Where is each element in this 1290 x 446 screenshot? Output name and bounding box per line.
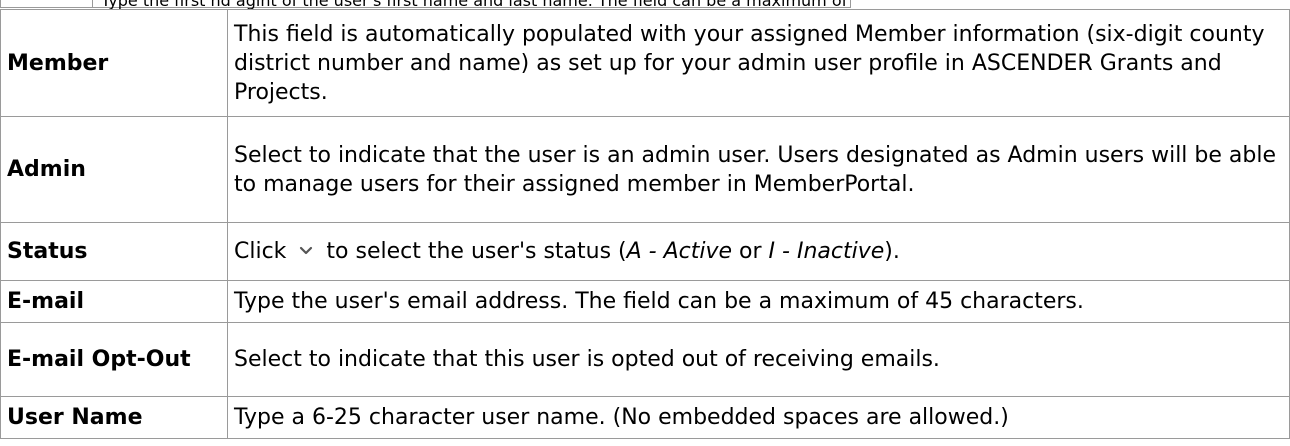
- table-row: Admin Select to indicate that the user i…: [0, 116, 1290, 223]
- status-click-text: Click: [234, 238, 287, 264]
- field-term-member: Member: [0, 9, 228, 117]
- table-row: User Name Type a 6-25 character user nam…: [0, 396, 1290, 439]
- table-row: Status Click to select the user's status…: [0, 222, 1290, 281]
- field-term-status: Status: [0, 222, 228, 281]
- status-desc-end: ).: [884, 238, 900, 264]
- field-description-table: Member This field is automatically popul…: [0, 9, 1290, 439]
- field-desc-status: Click to select the user's status (A - A…: [227, 222, 1290, 281]
- field-term-email-opt-out: E-mail Opt-Out: [0, 322, 228, 397]
- field-desc-email-opt-out: Select to indicate that this user is opt…: [227, 322, 1290, 397]
- field-term-user-name: User Name: [0, 396, 228, 439]
- previous-row-fragment: Type the first nd agint of the user's fi…: [0, 0, 851, 10]
- status-desc-middle: to select the user's status (: [326, 238, 627, 264]
- field-term-email: E-mail: [0, 280, 228, 323]
- status-option-inactive: I - Inactive: [768, 238, 885, 264]
- table-row: E-mail Opt-Out Select to indicate that t…: [0, 322, 1290, 397]
- previous-row-term-cell: [1, 0, 93, 7]
- table-row: E-mail Type the user's email address. Th…: [0, 280, 1290, 323]
- table-row: Member This field is automatically popul…: [0, 9, 1290, 117]
- status-desc-or: or: [732, 238, 769, 264]
- field-desc-member: This field is automatically populated wi…: [227, 9, 1290, 117]
- status-option-active: A - Active: [626, 238, 733, 264]
- field-desc-email: Type the user's email address. The field…: [227, 280, 1290, 323]
- field-desc-admin: Select to indicate that the user is an a…: [227, 116, 1290, 223]
- field-desc-user-name: Type a 6-25 character user name. (No emb…: [227, 396, 1290, 439]
- field-term-admin: Admin: [0, 116, 228, 223]
- chevron-down-icon: [293, 236, 319, 265]
